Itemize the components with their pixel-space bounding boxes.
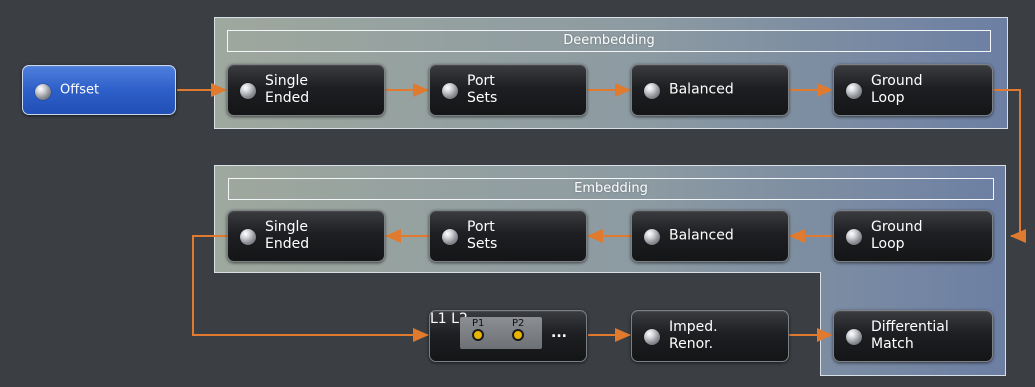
deemb-balanced-button[interactable]: Balanced	[631, 64, 789, 116]
deemb-ground-loop-button[interactable]: Ground Loop	[833, 64, 993, 116]
port-p1-label: P1	[472, 318, 485, 329]
led-indicator-icon	[644, 329, 660, 345]
port-p2-dot	[512, 329, 524, 341]
button-label: Balanced	[669, 227, 734, 244]
emb-port-sets-button[interactable]: Port Sets	[429, 210, 587, 262]
deemb-port-sets-button[interactable]: Port Sets	[429, 64, 587, 116]
more-ellipsis: ...	[551, 325, 567, 341]
lane-l1-label: L1	[430, 311, 447, 327]
button-label: Imped. Renor.	[669, 319, 718, 352]
led-indicator-icon	[442, 83, 458, 99]
offset-label: Offset	[60, 82, 100, 98]
button-label: Port Sets	[467, 219, 498, 252]
led-indicator-icon	[846, 229, 862, 245]
port-p2-label: P2	[512, 318, 525, 329]
led-indicator-icon	[846, 329, 862, 345]
button-label: Ground Loop	[871, 219, 923, 252]
port-network-button[interactable]: P1 P2 L1 L2 ...	[429, 310, 587, 362]
embedding-title: Embedding	[228, 178, 994, 200]
led-indicator-icon	[644, 229, 660, 245]
button-label: Single Ended	[265, 219, 310, 252]
led-indicator-icon	[442, 229, 458, 245]
led-indicator-icon	[240, 229, 256, 245]
button-label: Ground Loop	[871, 73, 923, 106]
emb-ground-loop-button[interactable]: Ground Loop	[833, 210, 993, 262]
emb-single-ended-button[interactable]: Single Ended	[227, 210, 385, 262]
led-indicator-icon	[240, 83, 256, 99]
led-indicator-icon	[846, 83, 862, 99]
imped-renor-button[interactable]: Imped. Renor.	[631, 310, 789, 362]
button-label: Single Ended	[265, 73, 310, 106]
button-label: Port Sets	[467, 73, 498, 106]
deemb-single-ended-button[interactable]: Single Ended	[227, 64, 385, 116]
button-label: Balanced	[669, 81, 734, 98]
port-network-icon: P1 P2	[460, 317, 542, 349]
offset-button[interactable]: Offset	[22, 65, 176, 115]
led-indicator-icon	[644, 83, 660, 99]
emb-balanced-button[interactable]: Balanced	[631, 210, 789, 262]
button-label: Differential Match	[871, 319, 949, 352]
led-indicator-icon	[35, 84, 51, 100]
port-p1-dot	[472, 329, 484, 341]
differential-match-button[interactable]: Differential Match	[833, 310, 993, 362]
